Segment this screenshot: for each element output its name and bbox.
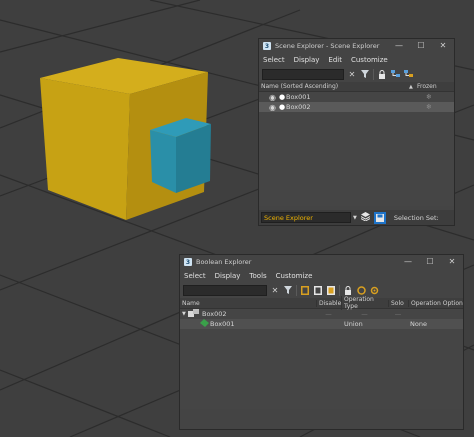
teal-box[interactable] (150, 118, 211, 193)
sort-ascending-icon: ▲ (409, 83, 413, 90)
clear-search-icon[interactable]: ✕ (270, 285, 280, 296)
boolean-object-icon (188, 309, 202, 319)
freeze-icon[interactable]: ❄ (426, 93, 432, 101)
app-logo-icon: 3 (263, 42, 271, 50)
settings-icon[interactable] (369, 285, 379, 296)
boolean-explorer-titlebar[interactable]: 3 Boolean Explorer — ☐ ✕ (180, 255, 463, 269)
operation-type-cell[interactable]: Union (341, 320, 388, 328)
boolean-explorer-toolbar: ✕ (180, 282, 463, 298)
toolbar-separator (339, 284, 340, 296)
column-name[interactable]: Name (Sorted Ascending) (259, 83, 409, 90)
menu-display[interactable]: Display (294, 56, 320, 64)
scene-explorer-titlebar[interactable]: 3 Scene Explorer - Scene Explorer — ☐ ✕ (259, 39, 454, 53)
dropdown-arrow-icon[interactable]: ▼ (353, 215, 357, 221)
column-operation-type[interactable]: Operation Type (341, 296, 388, 310)
menu-customize[interactable]: Customize (351, 56, 388, 64)
column-disable[interactable]: Disable (316, 299, 341, 307)
hierarchy-icon[interactable] (390, 69, 400, 80)
boolean-explorer-menubar: Select Display Tools Customize (180, 269, 463, 282)
selection-set-label: Selection Set: (393, 213, 439, 222)
scene-object-list: ◉ ● Box001 ❄ ◉ ● Box002 ❄ (259, 92, 454, 206)
object-dot-icon: ● (279, 93, 286, 101)
disable-cell[interactable]: — (316, 310, 341, 318)
explorer-dropdown[interactable]: Scene Explorer (261, 212, 351, 223)
filter-icon[interactable] (360, 69, 370, 80)
scene-row-box001[interactable]: ◉ ● Box001 ❄ (259, 92, 454, 102)
sync-selection-icon[interactable] (356, 285, 366, 296)
menu-select[interactable]: Select (263, 56, 285, 64)
object-name: Box002 (286, 103, 311, 111)
minimize-icon[interactable]: — (397, 255, 419, 269)
app-logo-icon: 3 (184, 258, 192, 266)
close-icon[interactable]: ✕ (441, 255, 463, 269)
column-solo[interactable]: Solo (388, 299, 408, 307)
eye-icon[interactable]: ◉ (269, 103, 279, 112)
boolean-row-box002[interactable]: ▼ Box002 — — — (180, 309, 463, 319)
object-name: Box001 (286, 93, 311, 101)
explorer-dropdown-value: Scene Explorer (264, 213, 313, 222)
scene-explorer-toolbar: ✕ (259, 66, 454, 82)
object-name: Box001 (210, 320, 235, 328)
menu-tools[interactable]: Tools (249, 272, 266, 280)
minimize-icon[interactable]: — (388, 39, 410, 53)
scene-explorer-title: Scene Explorer - Scene Explorer (275, 42, 380, 50)
operation-type-cell[interactable]: — (341, 310, 388, 318)
search-input[interactable] (183, 284, 267, 296)
boolean-explorer-window[interactable]: 3 Boolean Explorer — ☐ ✕ Select Display … (179, 254, 464, 430)
boolean-operand-list: ▼ Box002 — — — Box001 Union None (180, 309, 463, 409)
column-name[interactable]: Name (180, 300, 316, 307)
boolean-explorer-column-header: Name Disable Operation Type Solo Operati… (180, 296, 463, 310)
scene-explorer-column-header: Name (Sorted Ascending) ▲ Frozen (259, 82, 454, 92)
boolean-row-box001[interactable]: Box001 Union None (180, 319, 463, 329)
invert-display-icon[interactable] (326, 285, 336, 296)
operand-icon (200, 319, 210, 329)
menu-select[interactable]: Select (184, 272, 206, 280)
close-icon[interactable]: ✕ (432, 39, 454, 53)
lock-icon[interactable] (343, 285, 353, 296)
scene-explorer-menubar: Select Display Edit Customize (259, 53, 454, 66)
scene-explorer-window[interactable]: 3 Scene Explorer - Scene Explorer — ☐ ✕ … (258, 38, 455, 226)
eye-icon[interactable]: ◉ (269, 93, 279, 102)
display-none-icon[interactable] (313, 285, 323, 296)
toolbar-separator (373, 68, 374, 80)
object-name: Box002 (202, 310, 227, 318)
menu-display[interactable]: Display (215, 272, 241, 280)
menu-edit[interactable]: Edit (328, 56, 342, 64)
lock-icon[interactable] (377, 69, 387, 80)
clear-search-icon[interactable]: ✕ (347, 69, 357, 80)
toolbar-separator (296, 284, 297, 296)
solo-cell[interactable]: — (388, 310, 408, 318)
operation-option-cell[interactable]: None (408, 320, 427, 328)
layers-icon[interactable] (360, 212, 371, 223)
column-operation-option[interactable]: Operation Option (408, 299, 463, 307)
display-all-icon[interactable] (300, 285, 310, 296)
scene-explorer-bottombar: Scene Explorer ▼ Selection Set: (259, 210, 454, 225)
freeze-icon[interactable]: ❄ (426, 103, 432, 111)
boolean-explorer-title: Boolean Explorer (196, 258, 252, 266)
search-input[interactable] (262, 68, 344, 80)
maximize-icon[interactable]: ☐ (419, 255, 441, 269)
filter-icon[interactable] (283, 285, 293, 296)
scene-row-box002[interactable]: ◉ ● Box002 ❄ (259, 102, 454, 112)
save-icon[interactable] (373, 211, 386, 224)
menu-customize[interactable]: Customize (276, 272, 313, 280)
object-dot-icon: ● (279, 103, 286, 111)
hierarchy-expand-icon[interactable] (403, 69, 413, 80)
column-frozen[interactable]: Frozen (417, 83, 437, 90)
maximize-icon[interactable]: ☐ (410, 39, 432, 53)
